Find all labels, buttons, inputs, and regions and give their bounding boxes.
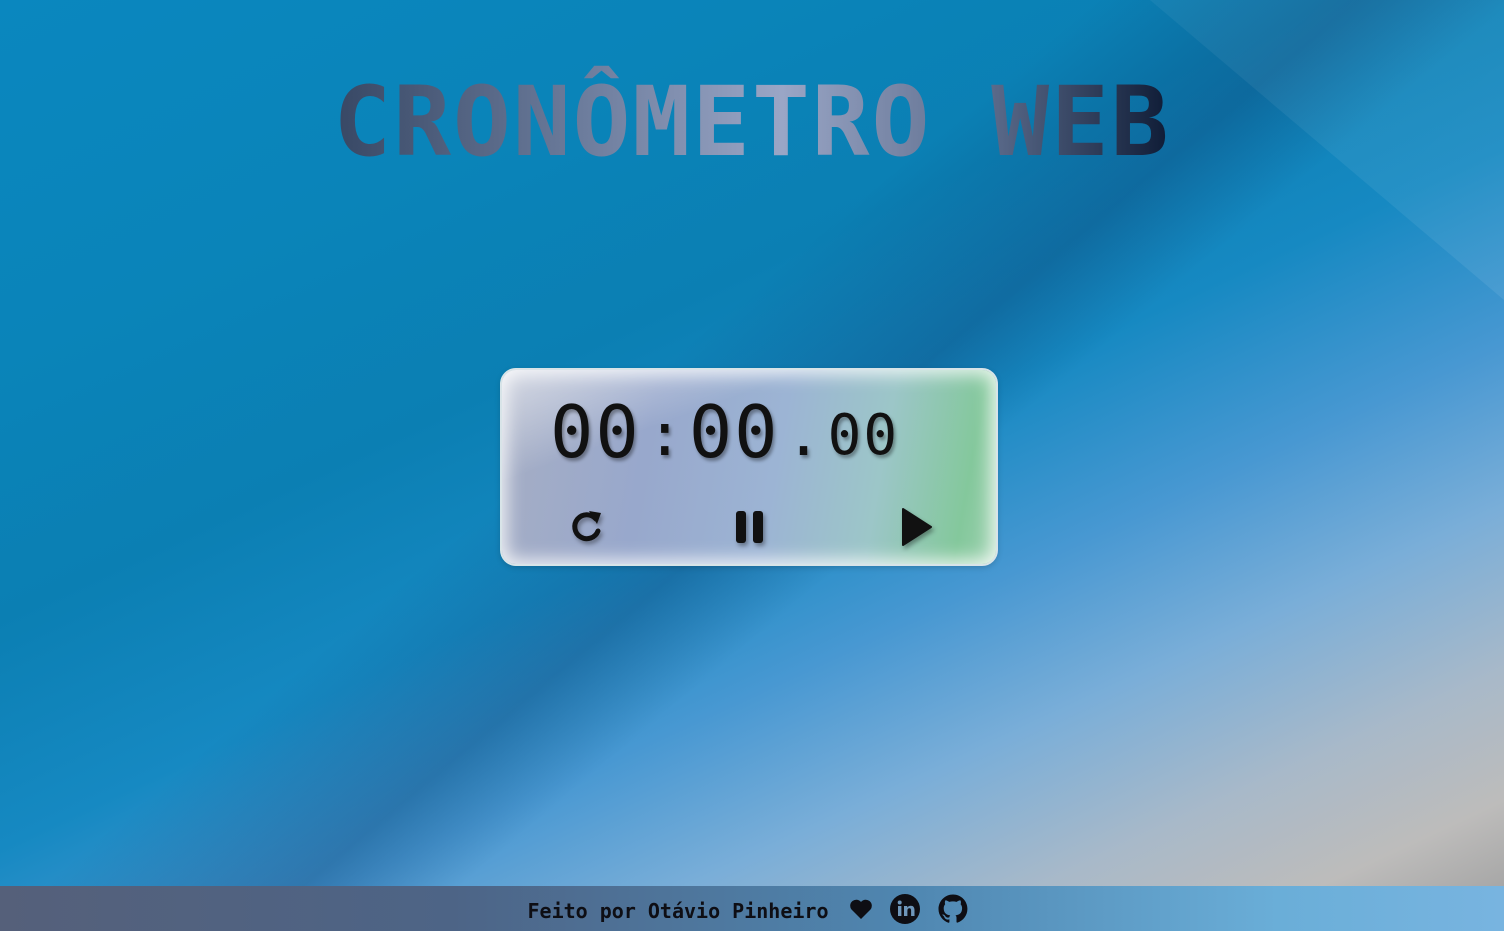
play-icon — [902, 508, 932, 546]
reset-icon — [572, 511, 601, 542]
colon-separator: : — [646, 400, 683, 470]
play-button[interactable] — [890, 502, 940, 552]
pause-button[interactable] — [725, 502, 775, 552]
linkedin-link[interactable] — [889, 893, 921, 925]
page-title: CRONÔMETRO WEB — [0, 62, 1504, 182]
seconds-value: 00 — [688, 390, 780, 474]
time-display: 00 : 00 . 00 — [550, 392, 899, 472]
centiseconds-value: 00 — [827, 403, 900, 468]
linkedin-icon — [889, 893, 920, 924]
pause-icon — [736, 511, 763, 543]
dot-separator: . — [785, 400, 822, 470]
footer-credit: Feito por Otávio Pinheiro — [527, 898, 829, 923]
stopwatch-panel: 00 : 00 . 00 — [500, 368, 998, 566]
minutes-value: 00 — [550, 390, 641, 474]
github-icon — [938, 894, 967, 923]
heart-icon — [849, 898, 873, 920]
reset-button[interactable] — [562, 502, 612, 552]
footer: Feito por Otávio Pinheiro — [0, 886, 1504, 931]
github-link[interactable] — [937, 893, 969, 925]
stopwatch-controls — [502, 502, 996, 552]
